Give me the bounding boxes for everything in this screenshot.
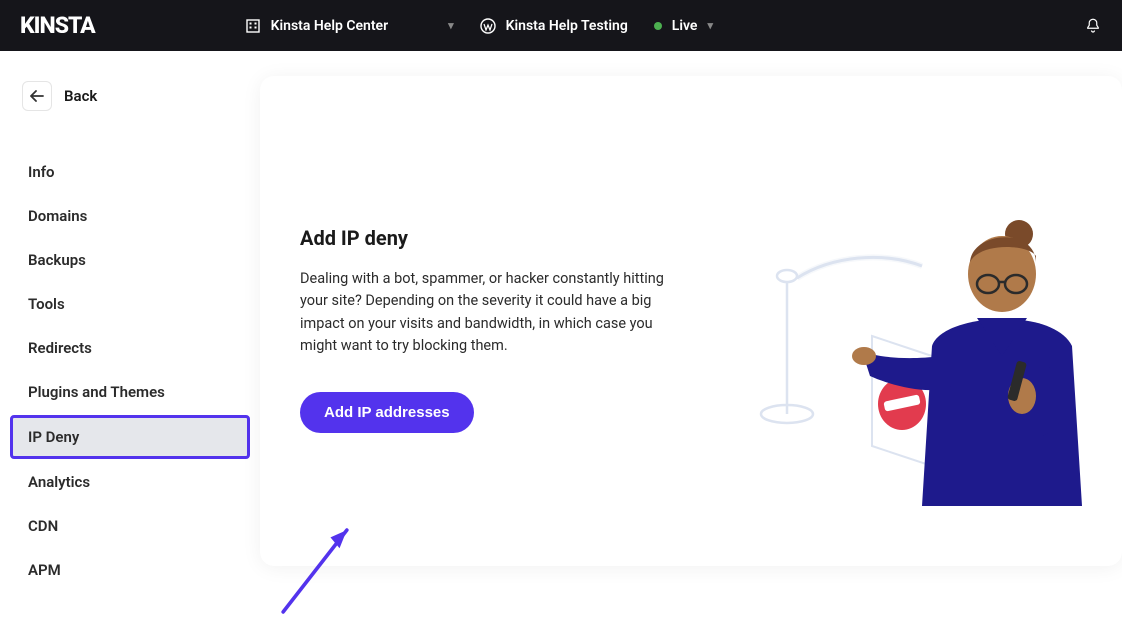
org-selector-label: Kinsta Help Center xyxy=(271,18,388,34)
wordpress-icon xyxy=(480,18,496,34)
sidebar-item-info[interactable]: Info xyxy=(10,151,250,193)
bell-icon xyxy=(1084,17,1102,35)
status-dot-icon xyxy=(654,22,662,30)
page-description: Dealing with a bot, spammer, or hacker c… xyxy=(300,268,692,358)
sidebar-item-ip-deny[interactable]: IP Deny xyxy=(10,415,250,459)
illustration xyxy=(722,116,1082,526)
page-title: Add IP deny xyxy=(300,226,692,250)
add-ip-addresses-button[interactable]: Add IP addresses xyxy=(300,392,474,433)
back-label: Back xyxy=(64,87,97,105)
sidebar-item-plugins-themes[interactable]: Plugins and Themes xyxy=(10,371,250,413)
sidebar-item-apm[interactable]: APM xyxy=(10,549,250,591)
site-selector[interactable]: Kinsta Help Testing xyxy=(480,18,628,34)
sidebar-item-cdn[interactable]: CDN xyxy=(10,505,250,547)
chevron-down-icon: ▾ xyxy=(448,19,454,32)
sidebar-item-domains[interactable]: Domains xyxy=(10,195,250,237)
sidebar-item-tools[interactable]: Tools xyxy=(10,283,250,325)
env-selector-label: Live xyxy=(672,18,698,34)
building-icon xyxy=(245,18,261,34)
main-content: Add IP deny Dealing with a bot, spammer,… xyxy=(260,51,1122,591)
ip-deny-card: Add IP deny Dealing with a bot, spammer,… xyxy=(260,76,1122,566)
env-selector[interactable]: Live ▾ xyxy=(654,18,713,34)
sidebar-item-redirects[interactable]: Redirects xyxy=(10,327,250,369)
arrow-annotation-icon xyxy=(270,521,360,621)
site-selector-label: Kinsta Help Testing xyxy=(506,18,628,34)
topbar: KINSTA Kinsta Help Center ▾ Kinsta Help … xyxy=(0,0,1122,51)
bouncer-illustration-icon xyxy=(722,206,1082,526)
org-selector[interactable]: Kinsta Help Center ▾ xyxy=(245,18,454,34)
sidebar-item-analytics[interactable]: Analytics xyxy=(10,461,250,503)
sidebar: Back Info Domains Backups Tools Redirect… xyxy=(0,51,260,591)
sidebar-item-backups[interactable]: Backups xyxy=(10,239,250,281)
back-arrow-icon xyxy=(22,81,52,111)
chevron-down-icon: ▾ xyxy=(707,19,713,32)
kinsta-logo: KINSTA xyxy=(20,12,95,39)
back-button[interactable]: Back xyxy=(10,71,250,121)
notifications-button[interactable] xyxy=(1084,17,1102,35)
